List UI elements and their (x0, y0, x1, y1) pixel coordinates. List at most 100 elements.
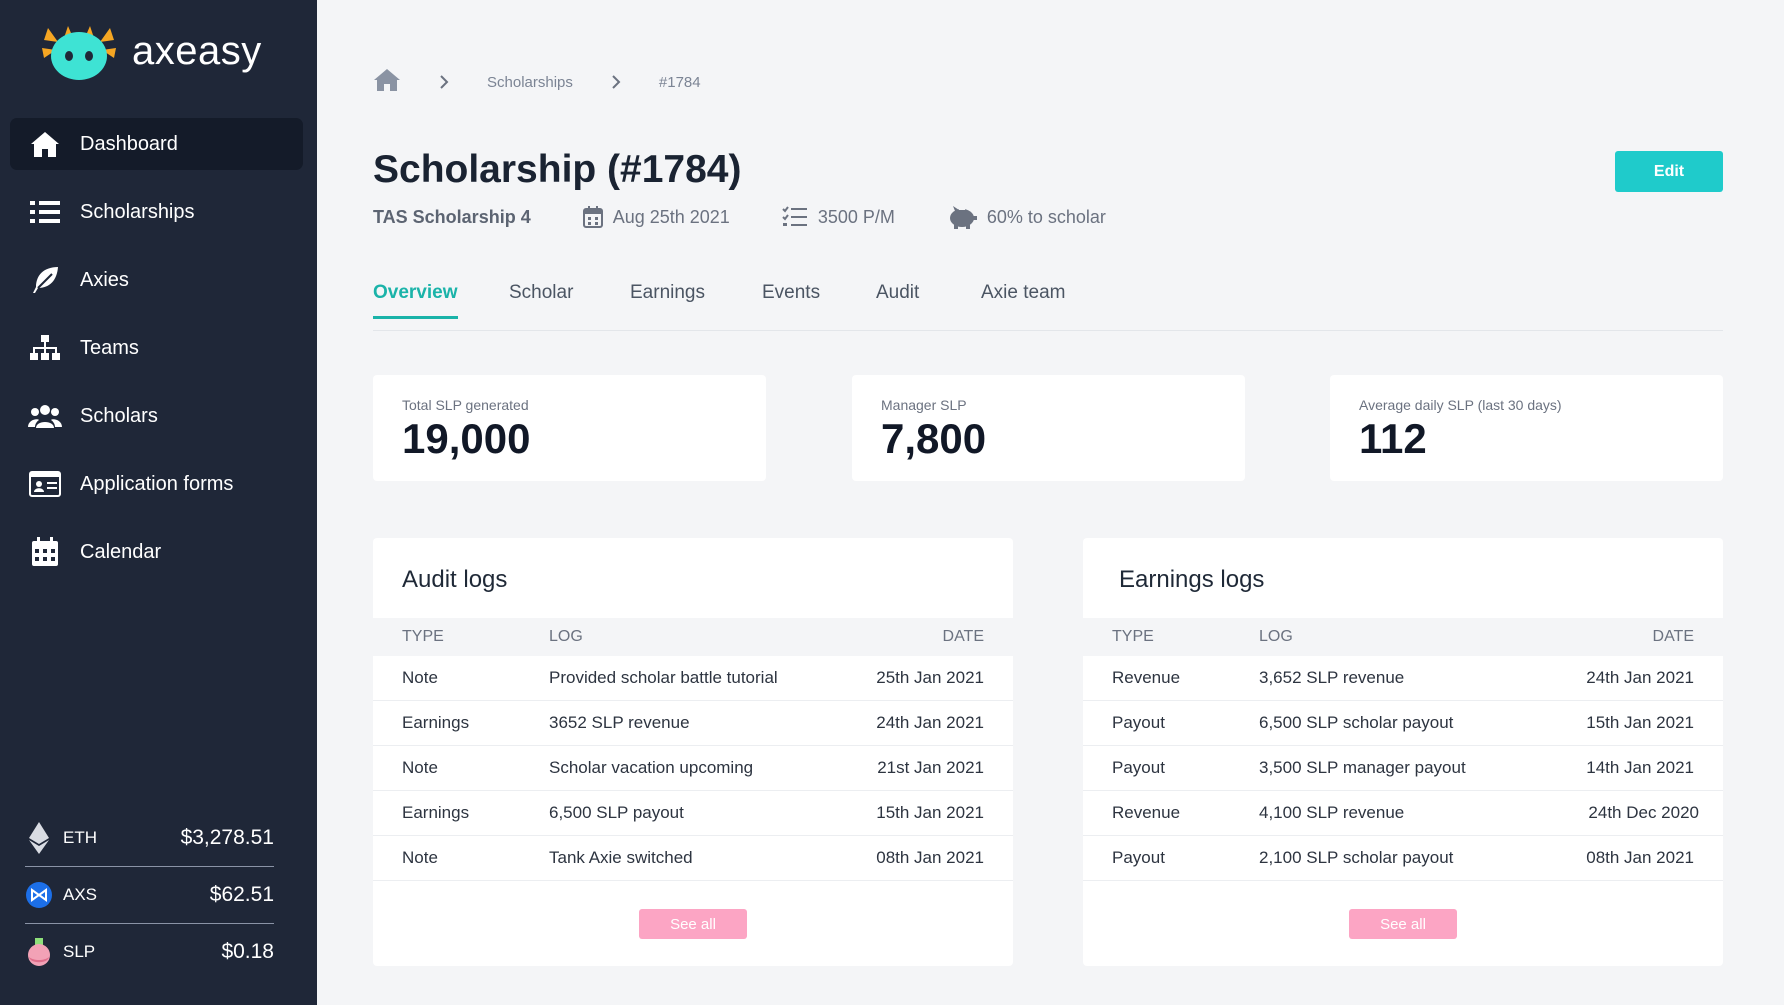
sidebar: axeasy Dashboard Scholarships Axies Team… (0, 0, 317, 1005)
sidebar-item-label: Dashboard (80, 132, 178, 155)
table-row: Note Tank Axie switched 08th Jan 2021 (373, 836, 1013, 881)
tab-overview[interactable]: Overview (373, 282, 458, 319)
breadcrumb: Scholarships #1784 (373, 68, 701, 96)
cell-type: Earnings (402, 713, 470, 732)
breadcrumb-item-current: #1784 (658, 73, 701, 91)
tab-earnings[interactable]: Earnings (630, 282, 705, 318)
see-all-button[interactable]: See all (639, 909, 747, 939)
price-value: $3,278.51 (180, 826, 274, 849)
sidebar-item-scholars[interactable]: Scholars (10, 390, 303, 442)
chevron-right-icon (439, 75, 449, 89)
cell-log: 3652 SLP revenue (549, 713, 690, 732)
table-row: Earnings 3652 SLP revenue 24th Jan 2021 (373, 701, 1013, 746)
main-content: Scholarships #1784 Scholarship (#1784) E… (317, 0, 1784, 1005)
sidebar-item-teams[interactable]: Teams (10, 322, 303, 374)
page-title: Scholarship (#1784) (373, 148, 742, 191)
table-row: Payout 2,100 SLP scholar payout 08th Jan… (1083, 836, 1723, 881)
cell-type: Note (402, 758, 438, 777)
tab-audit[interactable]: Audit (876, 282, 919, 318)
edit-button[interactable]: Edit (1615, 151, 1723, 192)
cell-log: 4,100 SLP revenue (1259, 803, 1405, 822)
price-row-eth: ETH $3,278.51 (25, 810, 274, 867)
cell-date: 15th Jan 2021 (876, 803, 984, 822)
stat-card-total-slp: Total SLP generated 19,000 (373, 375, 766, 481)
column-header: TYPE (1112, 628, 1154, 645)
meta-rate: 3500 P/M (782, 206, 895, 228)
axie-logo-icon (42, 26, 116, 80)
cell-log: 6,500 SLP payout (549, 803, 684, 822)
table-row: Earnings 6,500 SLP payout 15th Jan 2021 (373, 791, 1013, 836)
home-icon[interactable] (373, 68, 401, 96)
price-symbol: ETH (63, 828, 97, 847)
sidebar-item-label: Scholars (80, 404, 158, 427)
logo[interactable]: axeasy (38, 18, 262, 84)
cell-type: Payout (1112, 758, 1165, 777)
axs-icon (25, 881, 53, 909)
breadcrumb-item-scholarships[interactable]: Scholarships (487, 74, 573, 91)
table-row: Note Provided scholar battle tutorial 25… (373, 656, 1013, 701)
sidebar-item-axies[interactable]: Axies (10, 254, 303, 306)
meta-date-text: Aug 25th 2021 (612, 206, 730, 227)
meta-rate-text: 3500 P/M (817, 206, 895, 227)
sidebar-nav: Dashboard Scholarships Axies Teams Schol… (10, 118, 303, 594)
cell-date: 24th Jan 2021 (876, 713, 984, 732)
cell-type: Payout (1112, 848, 1165, 867)
table-row: Payout 3,500 SLP manager payout 14th Jan… (1083, 746, 1723, 791)
price-symbol: SLP (63, 942, 96, 961)
sitemap-icon (28, 333, 62, 363)
column-header: TYPE (402, 628, 444, 645)
price-symbol: AXS (63, 885, 98, 904)
stat-label: Average daily SLP (last 30 days) (1359, 397, 1562, 413)
stat-value: 7,800 (881, 415, 987, 462)
stat-value: 19,000 (402, 415, 531, 462)
cell-log: Tank Axie switched (549, 848, 693, 867)
audit-logs-card: Audit logs TYPE LOG DATE Note Provided s… (373, 538, 1013, 966)
table-row: Revenue 4,100 SLP revenue 24th Dec 2020 (1083, 791, 1723, 836)
column-header: LOG (1259, 628, 1293, 645)
scholarship-meta: TAS Scholarship 4 Aug 25th 2021 3500 P/M… (373, 205, 1158, 229)
calendar-icon (582, 206, 603, 228)
meta-split: 60% to scholar (947, 205, 1106, 229)
home-icon (28, 129, 62, 159)
tab-axie-team[interactable]: Axie team (981, 282, 1065, 318)
meta-split-text: 60% to scholar (986, 206, 1106, 227)
sidebar-item-application-forms[interactable]: Application forms (10, 458, 303, 510)
sidebar-item-calendar[interactable]: Calendar (10, 526, 303, 578)
calendar-icon (28, 537, 62, 567)
meta-date: Aug 25th 2021 (582, 206, 730, 228)
cell-type: Revenue (1112, 668, 1181, 687)
list-icon (28, 197, 62, 227)
cell-date: 25th Jan 2021 (876, 668, 984, 687)
sidebar-item-label: Scholarships (80, 200, 195, 223)
stat-value: 112 (1359, 415, 1427, 462)
table-header: TYPE LOG DATE (1083, 618, 1723, 656)
tab-scholar[interactable]: Scholar (509, 282, 573, 318)
sidebar-item-scholarships[interactable]: Scholarships (10, 186, 303, 238)
stat-label: Total SLP generated (402, 397, 529, 413)
table-body: Revenue 3,652 SLP revenue 24th Jan 2021 … (1083, 656, 1723, 881)
scholarship-name: TAS Scholarship 4 (373, 206, 531, 227)
table-row: Note Scholar vacation upcoming 21st Jan … (373, 746, 1013, 791)
slp-potion-icon (25, 938, 53, 966)
table-row: Revenue 3,652 SLP revenue 24th Jan 2021 (1083, 656, 1723, 701)
cell-type: Earnings (402, 803, 470, 822)
cell-type: Note (402, 668, 438, 687)
ethereum-icon (25, 822, 53, 854)
cell-date: 14th Jan 2021 (1586, 758, 1694, 777)
cell-date: 08th Jan 2021 (876, 848, 984, 867)
cell-type: Note (402, 848, 438, 867)
sidebar-item-dashboard[interactable]: Dashboard (10, 118, 303, 170)
crypto-prices: ETH $3,278.51 AXS $62.51 SLP $0.18 (25, 810, 274, 980)
column-header: LOG (549, 628, 583, 645)
see-all-button[interactable]: See all (1349, 909, 1457, 939)
cell-date: 15th Jan 2021 (1586, 713, 1694, 732)
tab-events[interactable]: Events (762, 282, 820, 318)
checklist-icon (782, 206, 808, 228)
cell-log: 2,100 SLP scholar payout (1259, 848, 1454, 867)
column-header: DATE (942, 628, 984, 645)
cell-date: 24th Jan 2021 (1586, 668, 1694, 687)
logo-text: axeasy (132, 28, 262, 73)
cell-type: Payout (1112, 713, 1165, 732)
price-row-axs: AXS $62.51 (25, 867, 274, 924)
cell-log: 6,500 SLP scholar payout (1259, 713, 1454, 732)
